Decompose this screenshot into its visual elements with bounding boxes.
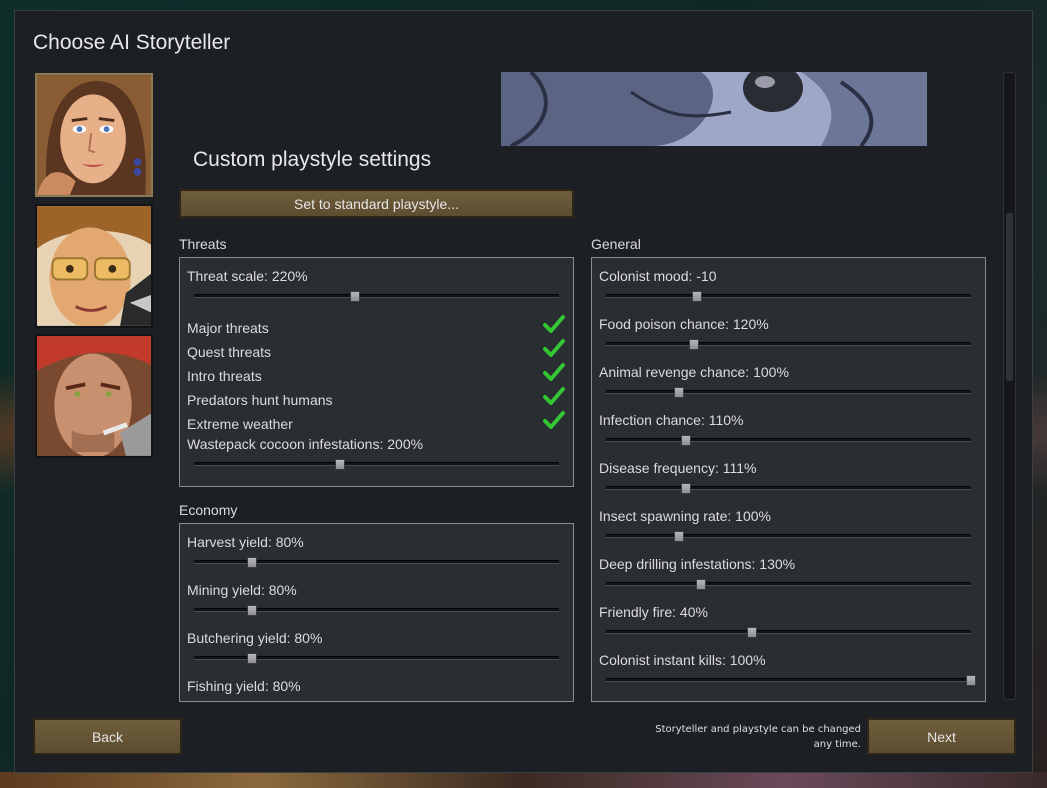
- storyteller-banner-art: [501, 72, 927, 146]
- deep-drilling-infestations-label: Deep drilling infestations: 130%: [599, 556, 796, 572]
- infection-chance-label: Infection chance: 110%: [599, 412, 744, 428]
- animal-revenge-chance-slider-row: Animal revenge chance: 100%: [599, 354, 978, 402]
- custom-settings-title: Custom playstyle settings: [193, 148, 432, 171]
- friendly-fire-handle[interactable]: [747, 627, 757, 638]
- animal-revenge-chance-handle[interactable]: [674, 387, 684, 398]
- wastepack-slider[interactable]: [194, 459, 559, 470]
- toggle-label: Major threats: [187, 320, 269, 336]
- storyteller-portrait-cassandra[interactable]: [35, 73, 153, 197]
- colonist-mood-slider[interactable]: [606, 291, 971, 302]
- fishing-yield-slider-row: Fishing yield: 80%: [187, 668, 566, 702]
- phoebe-portrait-image: [37, 206, 151, 326]
- toggle-label: Intro threats: [187, 368, 262, 384]
- fishing-yield-label: Fishing yield: 80%: [187, 678, 301, 694]
- food-poison-chance-label: Food poison chance: 120%: [599, 316, 769, 332]
- next-button[interactable]: Next: [867, 718, 1016, 755]
- wastepack-slider-row: Wastepack cocoon infestations: 200%: [187, 426, 566, 474]
- randy-portrait-image: [37, 336, 151, 456]
- harvest-yield-handle[interactable]: [247, 557, 258, 568]
- colonist-mood-label: Colonist mood: -10: [599, 268, 717, 284]
- food-poison-chance-handle[interactable]: [688, 339, 699, 350]
- disease-frequency-handle[interactable]: [681, 483, 692, 494]
- friendly-fire-slider[interactable]: [606, 627, 971, 638]
- storyteller-portrait-randy[interactable]: [35, 334, 153, 458]
- toggle-major-threats[interactable]: Major threats: [187, 315, 566, 342]
- set-standard-playstyle-button[interactable]: Set to standard playstyle...: [179, 189, 574, 218]
- economy-panel: Harvest yield: 80% Mining yield: 80% Butch…: [179, 523, 574, 702]
- settings-scrollbar[interactable]: [1003, 72, 1016, 700]
- food-poison-chance-slider-row: Food poison chance: 120%: [599, 306, 978, 354]
- insect-spawning-rate-slider[interactable]: [606, 531, 971, 542]
- mining-yield-slider[interactable]: [194, 605, 559, 616]
- checkmark-icon[interactable]: [542, 360, 566, 384]
- toggle-label: Quest threats: [187, 344, 272, 360]
- toggle-label: Predators hunt humans: [187, 392, 333, 408]
- economy-section-label: Economy: [179, 502, 238, 518]
- footer-note: Storyteller and playstyle can be changed…: [655, 724, 861, 750]
- toggle-intro-threats[interactable]: Intro threats: [187, 363, 566, 390]
- food-poison-chance-slider[interactable]: [606, 339, 971, 350]
- disease-frequency-slider[interactable]: [606, 483, 971, 494]
- toggle-quest-threats[interactable]: Quest threats: [187, 339, 566, 366]
- infection-chance-slider-row: Infection chance: 110%: [599, 402, 978, 450]
- colonist-mood-handle[interactable]: [692, 291, 703, 302]
- settings-scroll-thumb[interactable]: [1006, 213, 1013, 381]
- general-panel: Colonist mood: -10 Food poison chance: 12…: [591, 257, 986, 702]
- banner-artwork: [501, 72, 927, 146]
- butchering-yield-slider[interactable]: [194, 653, 559, 664]
- mining-yield-label: Mining yield: 80%: [187, 582, 297, 598]
- infection-chance-slider[interactable]: [606, 435, 971, 446]
- general-section-label: General: [591, 236, 641, 252]
- friendly-fire-label: Friendly fire: 40%: [599, 604, 708, 620]
- animal-revenge-chance-slider[interactable]: [606, 387, 971, 398]
- threat-scale-slider[interactable]: [194, 291, 559, 302]
- colonist-instant-kills-label: Colonist instant kills: 100%: [599, 652, 766, 668]
- mining-yield-handle[interactable]: [247, 605, 258, 616]
- mining-yield-slider-row: Mining yield: 80%: [187, 572, 566, 620]
- insect-spawning-rate-label: Insect spawning rate: 100%: [599, 508, 771, 524]
- butchering-yield-slider-row: Butchering yield: 80%: [187, 620, 566, 668]
- fishing-yield-handle[interactable]: [247, 701, 257, 702]
- threat-scale-slider-row: Threat scale: 220%: [187, 258, 566, 306]
- threats-section-label: Threats: [179, 236, 227, 252]
- infection-chance-handle[interactable]: [681, 435, 692, 446]
- deep-drilling-infestations-slider-row: Deep drilling infestations: 130%: [599, 546, 978, 594]
- wastepack-handle[interactable]: [335, 459, 345, 470]
- harvest-yield-slider-row: Harvest yield: 80%: [187, 524, 566, 572]
- harvest-yield-slider[interactable]: [194, 557, 559, 568]
- storyteller-dialog: Choose AI Storyteller Custom playstyle s…: [14, 10, 1033, 773]
- deep-drilling-infestations-slider[interactable]: [606, 579, 971, 590]
- insect-spawning-rate-slider-row: Insect spawning rate: 100%: [599, 498, 978, 546]
- friendly-fire-slider-row: Friendly fire: 40%: [599, 594, 978, 642]
- back-button[interactable]: Back: [33, 718, 182, 755]
- deep-drilling-infestations-handle[interactable]: [695, 579, 706, 590]
- disease-frequency-label: Disease frequency: 111%: [599, 460, 757, 476]
- background-band: [0, 772, 1047, 788]
- toggle-predators-hunt-humans[interactable]: Predators hunt humans: [187, 387, 566, 414]
- colonist-instant-kills-slider-row: Colonist instant kills: 100%: [599, 642, 978, 690]
- disease-frequency-slider-row: Disease frequency: 111%: [599, 450, 978, 498]
- checkmark-icon[interactable]: [542, 312, 566, 336]
- harvest-yield-label: Harvest yield: 80%: [187, 534, 304, 550]
- dialog-title: Choose AI Storyteller: [33, 31, 231, 54]
- butchering-yield-label: Butchering yield: 80%: [187, 630, 323, 646]
- checkmark-icon[interactable]: [542, 336, 566, 360]
- colonist-instant-kills-slider[interactable]: [606, 675, 976, 686]
- threats-panel: Threat scale: 220% Major threats Quest th…: [179, 257, 574, 487]
- animal-revenge-chance-label: Animal revenge chance: 100%: [599, 364, 789, 380]
- insect-spawning-rate-handle[interactable]: [674, 531, 684, 542]
- colonist-instant-kills-handle[interactable]: [966, 675, 976, 686]
- colonist-mood-slider-row: Colonist mood: -10: [599, 258, 978, 306]
- wastepack-label: Wastepack cocoon infestations: 200%: [187, 436, 424, 452]
- threat-scale-label: Threat scale: 220%: [187, 268, 308, 284]
- threat-scale-handle[interactable]: [349, 291, 360, 302]
- storyteller-portrait-phoebe[interactable]: [35, 204, 153, 328]
- checkmark-icon[interactable]: [542, 384, 566, 408]
- cassandra-portrait-image: [37, 75, 151, 195]
- butchering-yield-handle[interactable]: [247, 653, 258, 664]
